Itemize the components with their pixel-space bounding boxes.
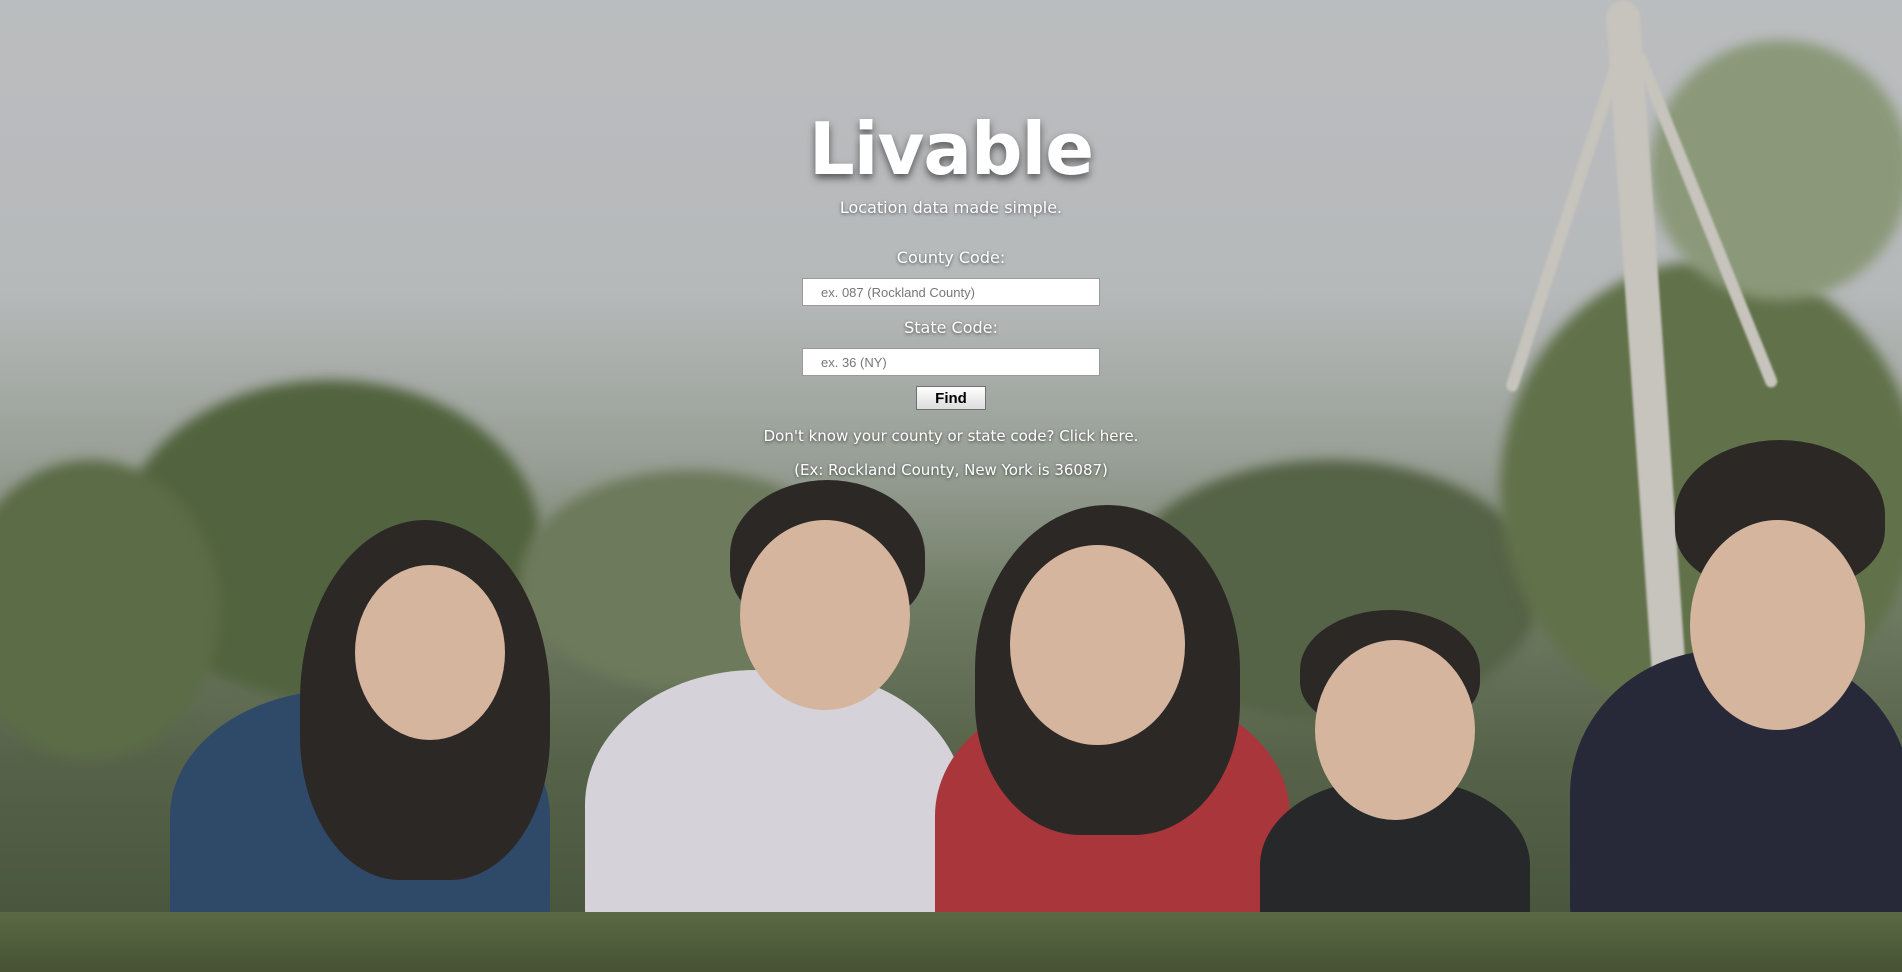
help-question: Don't know your county or state code? (763, 427, 1060, 445)
county-code-label: County Code: (896, 248, 1006, 267)
hero-section: Livable Location data made simple. Count… (0, 0, 1902, 972)
example-text: (Ex: Rockland County, New York is 36087) (794, 461, 1108, 479)
find-button[interactable]: Find (916, 386, 986, 410)
brand-title: Livable (808, 107, 1094, 191)
help-text: Don't know your county or state code? Cl… (764, 426, 1139, 446)
state-code-input[interactable] (802, 348, 1100, 376)
help-click-here-link[interactable]: Click here. (1059, 427, 1138, 445)
state-code-label: State Code: (904, 318, 998, 337)
brand-tagline: Location data made simple. (839, 198, 1063, 217)
search-panel: Livable Location data made simple. Count… (0, 0, 1902, 480)
county-code-input[interactable] (802, 278, 1100, 306)
